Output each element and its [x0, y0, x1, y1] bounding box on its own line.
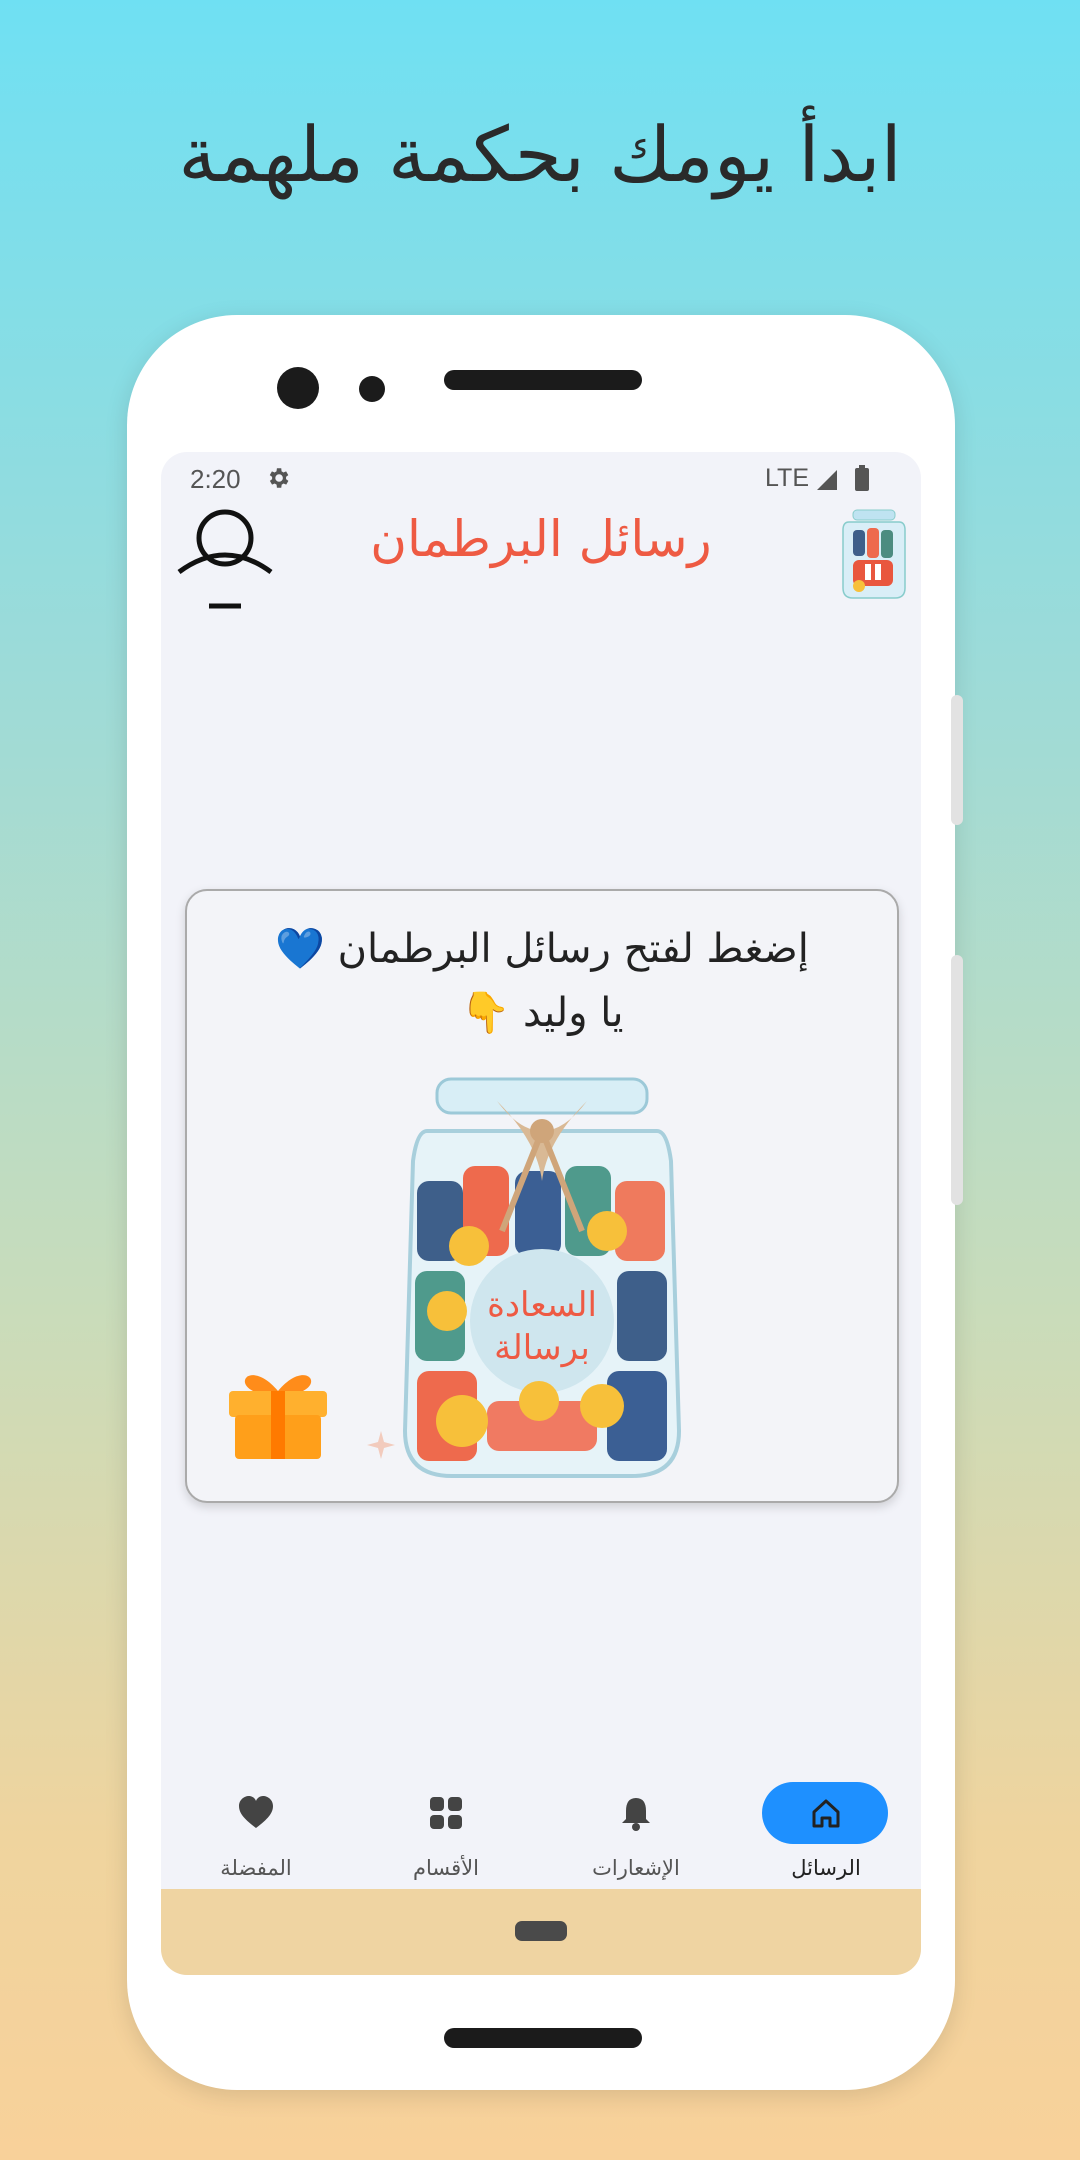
nav-notifications-label: الإشعارات	[592, 1856, 680, 1880]
system-gesture-area	[161, 1889, 921, 1975]
nav-categories[interactable]: الأقسام	[351, 1782, 541, 1902]
signal-icon	[817, 470, 837, 490]
nav-notifications[interactable]: الإشعارات	[541, 1782, 731, 1902]
home-icon	[812, 1799, 840, 1828]
jar-label-line2: برسالة	[494, 1328, 590, 1368]
gesture-handle[interactable]	[515, 1921, 567, 1941]
nav-categories-label: الأقسام	[413, 1856, 479, 1880]
jar-label-line1: السعادة	[487, 1285, 597, 1325]
battery-icon	[855, 465, 869, 491]
proximity-sensor	[359, 376, 385, 402]
heart-icon	[239, 1796, 273, 1828]
phone-frame: 2:20 LTE رسائل البرطمان إضغط لفتح رسائل …	[127, 315, 963, 2090]
status-time: 2:20	[190, 464, 241, 494]
front-camera	[277, 367, 319, 409]
jar-logo-icon[interactable]	[839, 508, 909, 600]
gift-icon	[229, 1375, 327, 1459]
volume-button	[951, 695, 963, 825]
power-button	[951, 955, 963, 1205]
nav-favorites-label: المفضلة	[220, 1856, 292, 1880]
jar-illustration[interactable]: السعادة برسالة	[397, 1071, 687, 1481]
bell-icon	[622, 1798, 650, 1831]
nav-messages-label: الرسائل	[791, 1856, 861, 1880]
app-title: رسائل البرطمان	[370, 510, 712, 568]
network-type: LTE	[765, 464, 809, 492]
nav-favorites[interactable]: المفضلة	[161, 1782, 351, 1902]
avatar-icon[interactable]	[173, 508, 277, 612]
marketing-headline: ابدأ يومك بحكمة ملهمة	[178, 110, 902, 199]
nav-messages[interactable]: الرسائل	[731, 1782, 921, 1902]
bottom-navigation: الرسائل الإشعارات الأقسام المفضلة	[161, 1782, 921, 1902]
status-bar: 2:20 LTE	[161, 452, 921, 502]
phone-bottom-speaker	[444, 2028, 642, 2048]
earpiece-speaker	[444, 370, 642, 390]
sparkle-icon	[367, 1431, 395, 1459]
app-screen: 2:20 LTE رسائل البرطمان إضغط لفتح رسائل …	[161, 452, 921, 1975]
open-jar-card[interactable]: إضغط لفتح رسائل البرطمان 💙 يا وليد 👇 الس…	[185, 889, 899, 1503]
grid-icon	[430, 1797, 462, 1829]
gear-icon	[269, 468, 289, 488]
card-prompt-text: إضغط لفتح رسائل البرطمان 💙	[275, 926, 809, 972]
card-greeting-text: يا وليد 👇	[460, 990, 624, 1036]
